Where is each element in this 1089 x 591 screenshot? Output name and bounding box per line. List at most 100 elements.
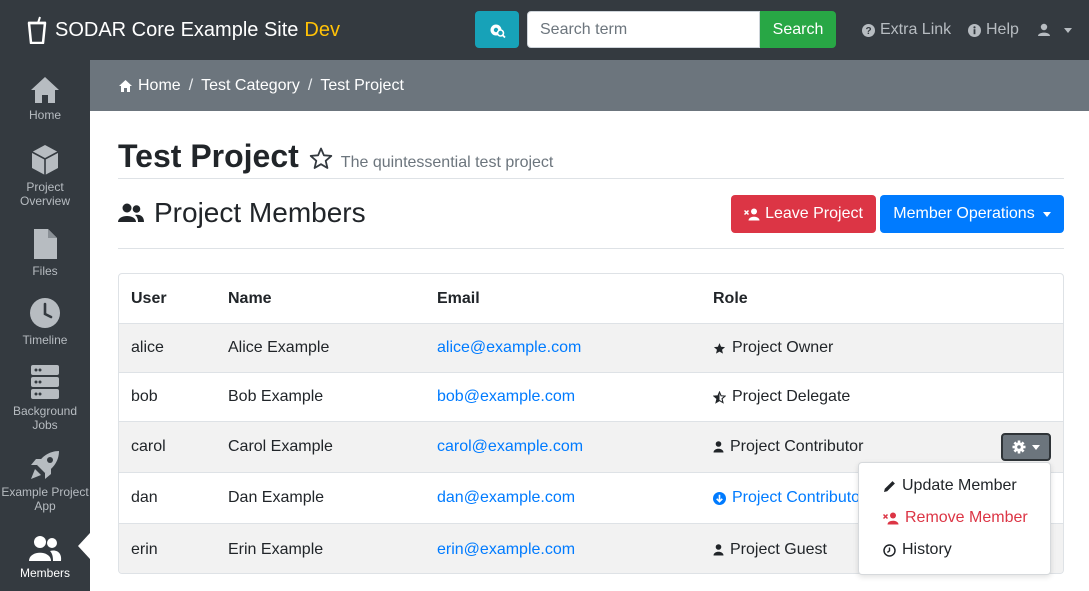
role-label: Project Contributor (730, 438, 864, 455)
sidebar: Home Project Overview Files Timeline Bac… (0, 60, 90, 591)
home-icon (31, 77, 59, 103)
cell-name: Alice Example (228, 339, 330, 356)
gear-icon (1012, 440, 1026, 454)
top-navbar: SODAR Core Example Site Dev Search ? Ext… (0, 0, 1089, 60)
section-title-label: Project Members (154, 197, 366, 228)
sidebar-item-label: Timeline (22, 333, 68, 347)
user-remove-icon (744, 208, 760, 220)
sidebar-item-members[interactable]: Members (0, 534, 90, 580)
menu-item-history[interactable]: History (883, 539, 952, 561)
extra-link[interactable]: ? Extra Link (862, 19, 951, 41)
member-operations-button[interactable]: Member Operations (880, 195, 1064, 233)
user-icon (713, 441, 724, 453)
breadcrumb-project: Test Project (320, 76, 404, 94)
cell-email-link[interactable]: erin@example.com (437, 524, 575, 573)
active-indicator-arrow (78, 533, 90, 559)
users-icon (29, 536, 62, 561)
cell-email-link[interactable]: bob@example.com (437, 373, 575, 421)
sidebar-item-timeline[interactable]: Timeline (0, 297, 90, 347)
cell-user: erin (131, 540, 158, 558)
users-icon (118, 203, 144, 222)
chevron-down-icon (1042, 211, 1051, 217)
site-title: SODAR Core Example Site (55, 18, 299, 41)
user-remove-icon (883, 512, 899, 524)
sidebar-item-project-overview[interactable]: Project Overview (0, 144, 90, 208)
project-description: The quintessential test project (340, 154, 554, 171)
leave-project-button[interactable]: Leave Project (731, 195, 876, 233)
cell-user: bob (131, 388, 158, 405)
sidebar-item-label: Members (19, 566, 70, 580)
chevron-down-icon (1032, 444, 1040, 450)
menu-item-label: Remove Member (905, 509, 1028, 526)
cell-name: Dan Example (228, 489, 325, 506)
file-icon (34, 229, 57, 259)
column-header-email[interactable]: Email (437, 274, 480, 323)
arrow-down-circle-icon (713, 491, 726, 505)
cell-email-link[interactable]: carol@example.com (437, 422, 583, 472)
cell-email-link[interactable]: alice@example.com (437, 324, 581, 372)
sidebar-item-label: Project Overview (19, 180, 70, 208)
menu-item-remove-member[interactable]: Remove Member (883, 507, 1028, 529)
table-row: bob Bob Example bob@example.com Project … (119, 372, 1063, 421)
page-title: Test Project (118, 138, 299, 174)
breadcrumb-home[interactable]: Home (138, 77, 181, 95)
star-outline-icon[interactable] (309, 147, 333, 170)
extra-link-label: Extra Link (880, 21, 952, 38)
sidebar-item-home[interactable]: Home (0, 76, 90, 122)
cube-icon (31, 145, 59, 175)
history-icon (883, 543, 896, 557)
cell-email-link[interactable]: dan@example.com (437, 473, 575, 523)
menu-item-update-member[interactable]: Update Member (883, 475, 1017, 497)
cell-name: Carol Example (228, 438, 333, 455)
menu-item-label: Update Member (902, 477, 1017, 494)
sidebar-item-files[interactable]: Files (0, 228, 90, 278)
clock-icon (30, 298, 60, 328)
member-row-menu-button[interactable] (1001, 433, 1051, 461)
cell-name: Erin Example (228, 540, 324, 558)
breadcrumb-category[interactable]: Test Category (201, 77, 300, 95)
user-menu-dropdown[interactable] (1037, 19, 1072, 41)
column-header-role[interactable]: Role (713, 274, 748, 323)
page-title-bar: Test Project The quintessential test pro… (118, 138, 553, 175)
cell-user: alice (131, 339, 164, 356)
search-cog-icon (490, 24, 506, 38)
cell-role-link[interactable]: Project Contributor (713, 473, 865, 523)
home-icon (119, 79, 132, 92)
svg-text:?: ? (865, 26, 871, 37)
section-title: Project Members (118, 197, 366, 229)
member-operations-label: Member Operations (893, 205, 1035, 222)
column-header-user[interactable]: User (131, 274, 167, 323)
help-link[interactable]: Help (968, 19, 1019, 41)
sidebar-item-example-project-app[interactable]: Example Project App (0, 449, 90, 513)
star-half-icon (713, 390, 726, 404)
sidebar-item-label: Background Jobs (12, 404, 78, 432)
star-icon (713, 342, 726, 354)
menu-item-label: History (902, 541, 952, 558)
server-icon (31, 365, 59, 399)
breadcrumb-separator: / (307, 76, 313, 94)
role-label: Project Delegate (732, 388, 851, 405)
cell-name: Bob Example (228, 388, 324, 405)
advanced-search-button[interactable] (475, 11, 519, 48)
sidebar-item-background-jobs[interactable]: Background Jobs (0, 364, 90, 432)
cell-role: Project Owner (713, 324, 833, 372)
sidebar-item-label: Files (32, 264, 58, 278)
role-label: Project Contributor (732, 489, 866, 506)
member-row-dropdown-menu: Update Member Remove Member History (858, 462, 1051, 575)
column-header-name[interactable]: Name (228, 274, 272, 323)
leave-project-label: Leave Project (765, 205, 863, 222)
chevron-down-icon (1064, 27, 1072, 33)
pencil-icon (884, 480, 895, 492)
cell-role: Project Delegate (713, 373, 850, 421)
divider (118, 178, 1064, 179)
cell-user: dan (131, 489, 158, 506)
search-button[interactable]: Search (760, 11, 836, 48)
site-brand[interactable]: SODAR Core Example Site Dev (27, 14, 340, 46)
breadcrumb: Home / Test Category / Test Project (90, 60, 1089, 111)
cell-role: Project Contributor (713, 422, 863, 472)
user-icon (713, 543, 724, 555)
help-link-label: Help (986, 21, 1019, 38)
info-circle-icon: ? (862, 23, 875, 37)
search-input[interactable] (527, 11, 760, 48)
cell-user: carol (131, 438, 166, 455)
